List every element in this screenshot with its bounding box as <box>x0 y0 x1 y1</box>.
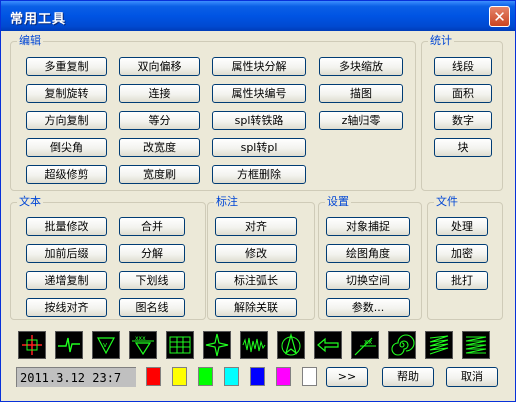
btn-explode[interactable]: 分解 <box>119 244 185 263</box>
spiral-icon[interactable] <box>388 331 416 359</box>
svg-text:v: v <box>103 341 107 349</box>
btn-draw-angle[interactable]: 绘图角度 <box>326 244 410 263</box>
btn-attr-block-explode[interactable]: 属性块分解 <box>212 57 306 76</box>
color-swatch-red[interactable] <box>146 367 161 386</box>
group-label-file: 文件 <box>434 194 460 210</box>
star-icon[interactable] <box>203 331 231 359</box>
grid-icon[interactable] <box>166 331 194 359</box>
btn-multi-block-scale[interactable]: 多块缩放 <box>319 57 403 76</box>
group-label-stats: 统计 <box>428 33 454 49</box>
crosshair-icon[interactable] <box>18 331 46 359</box>
btn-area[interactable]: 面积 <box>434 84 492 103</box>
btn-dim-arc-length[interactable]: 标注弧长 <box>215 271 297 290</box>
btn-direction-copy[interactable]: 方向复制 <box>26 111 107 130</box>
triangle-v-icon[interactable]: v <box>92 331 120 359</box>
color-swatch-cyan[interactable] <box>224 367 239 386</box>
btn-trace[interactable]: 描图 <box>319 84 403 103</box>
btn-change-width[interactable]: 改宽度 <box>119 138 200 157</box>
color-swatch-white[interactable] <box>302 367 317 386</box>
btn-multi-copy[interactable]: 多重复制 <box>26 57 107 76</box>
leader-xx-icon[interactable]: xx <box>351 331 379 359</box>
client-area: 编辑 统计 文本 标注 设置 文件 多重复制 双向偏移 属性块分解 多块缩放 复… <box>4 31 512 398</box>
btn-object-snap[interactable]: 对象捕捉 <box>326 217 410 236</box>
btn-batch-modify[interactable]: 批量修改 <box>26 217 107 236</box>
btn-number[interactable]: 数字 <box>434 111 492 130</box>
svg-text:xxx: xxx <box>135 335 146 342</box>
btn-spl-to-pl[interactable]: spl转pl <box>212 138 306 157</box>
btn-width-brush[interactable]: 宽度刷 <box>119 165 200 184</box>
btn-dim-dissociate[interactable]: 解除关联 <box>215 298 297 317</box>
tools-window: 常用工具 ✕ 编辑 统计 文本 标注 设置 文件 多重复制 双向偏移 属性块分解 <box>0 0 516 402</box>
break-line-icon[interactable] <box>55 331 83 359</box>
btn-segment[interactable]: 线段 <box>434 57 492 76</box>
close-button[interactable]: ✕ <box>489 6 510 27</box>
btn-dim-align[interactable]: 对齐 <box>215 217 297 236</box>
datetime-status: 2011.3.12 23:7 <box>16 367 136 387</box>
window-title: 常用工具 <box>10 12 67 27</box>
btn-chamfer[interactable]: 倒尖角 <box>26 138 107 157</box>
help-button[interactable]: 帮助 <box>382 367 434 387</box>
zigzag-lines-icon[interactable] <box>462 331 490 359</box>
btn-spl-to-railway[interactable]: spl转铁路 <box>212 111 306 130</box>
btn-encrypt[interactable]: 加密 <box>436 244 488 263</box>
group-label-settings: 设置 <box>325 194 351 210</box>
arrow-left-icon[interactable] <box>314 331 342 359</box>
color-swatch-magenta[interactable] <box>276 367 291 386</box>
more-button[interactable]: >> <box>326 367 368 387</box>
hatch-lines-icon[interactable] <box>425 331 453 359</box>
btn-connect[interactable]: 连接 <box>119 84 200 103</box>
color-swatch-green[interactable] <box>198 367 213 386</box>
btn-parameters[interactable]: 参数... <box>326 298 410 317</box>
btn-batch-print[interactable]: 批打 <box>436 271 488 290</box>
group-label-text: 文本 <box>17 194 43 210</box>
btn-process[interactable]: 处理 <box>436 217 488 236</box>
btn-divide[interactable]: 等分 <box>119 111 200 130</box>
title-bar[interactable]: 常用工具 ✕ <box>1 1 515 31</box>
triangle-xxx-icon[interactable]: xxx <box>129 331 157 359</box>
wave-icon[interactable] <box>240 331 268 359</box>
btn-prefix-suffix[interactable]: 加前后缀 <box>26 244 107 263</box>
btn-double-offset[interactable]: 双向偏移 <box>119 57 200 76</box>
btn-switch-space[interactable]: 切换空间 <box>326 271 410 290</box>
btn-attr-block-number[interactable]: 属性块编号 <box>212 84 306 103</box>
color-swatch-blue[interactable] <box>250 367 265 386</box>
btn-super-trim[interactable]: 超级修剪 <box>26 165 107 184</box>
btn-z-axis-zero[interactable]: z轴归零 <box>319 111 403 130</box>
btn-underline[interactable]: 下划线 <box>119 271 185 290</box>
cancel-button[interactable]: 取消 <box>446 367 498 387</box>
btn-block[interactable]: 块 <box>434 138 492 157</box>
btn-merge[interactable]: 合并 <box>119 217 185 236</box>
color-swatch-yellow[interactable] <box>172 367 187 386</box>
btn-align-by-line[interactable]: 按线对齐 <box>26 298 107 317</box>
group-label-edit: 编辑 <box>17 33 43 49</box>
btn-increment-copy[interactable]: 递增复制 <box>26 271 107 290</box>
btn-title-line[interactable]: 图名线 <box>119 298 185 317</box>
btn-copy-rotate[interactable]: 复制旋转 <box>26 84 107 103</box>
group-label-dimension: 标注 <box>214 194 240 210</box>
svg-text:xx: xx <box>364 338 372 346</box>
btn-box-delete[interactable]: 方框删除 <box>212 165 306 184</box>
north-arrow-icon[interactable] <box>277 331 305 359</box>
btn-dim-modify[interactable]: 修改 <box>215 244 297 263</box>
